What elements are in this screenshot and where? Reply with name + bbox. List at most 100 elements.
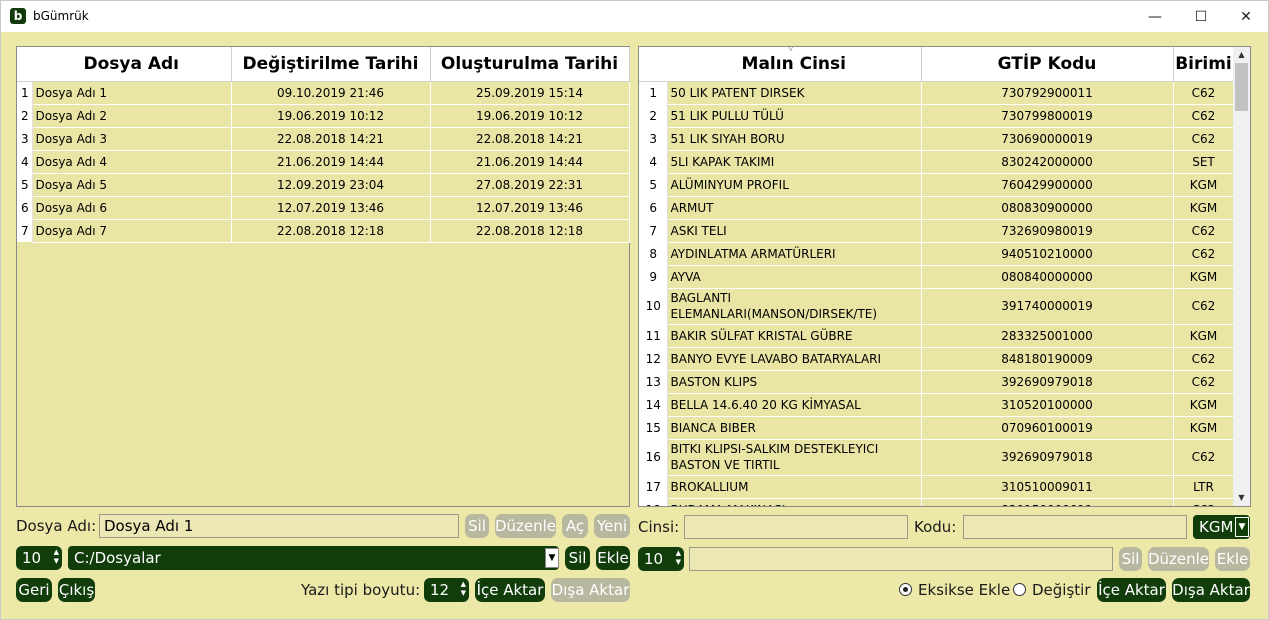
path-dropdown[interactable]: C:/Dosyalar: [68, 546, 559, 570]
table-row[interactable]: 4 Dosya Adı 4 21.06.2019 14:44 21.06.2019 1…: [17, 150, 630, 174]
row-number: 14: [639, 393, 668, 416]
table-cell: 730799800019: [921, 104, 1174, 128]
path-sil-button[interactable]: Sil: [565, 546, 590, 570]
table-cell: 19.06.2019 10:12: [231, 104, 431, 128]
dosya-adi-input[interactable]: Dosya Adı 1: [99, 514, 459, 538]
table-row[interactable]: 2 51 LIK PULLU TÜLÜ 730799800019 C62: [639, 104, 1235, 128]
table-cell: C62: [1173, 127, 1235, 151]
row-number: 15: [639, 416, 668, 439]
table-row[interactable]: 3 51 LIK SIYAH BORU 730690000019 C62: [639, 127, 1235, 151]
geri-button[interactable]: Geri: [16, 578, 52, 602]
table-cell: 22.08.2018 14:21: [231, 127, 431, 151]
row-number: 11: [639, 324, 668, 347]
table-cell: 760429900000: [921, 173, 1174, 197]
product-sil-button[interactable]: Sil: [1119, 547, 1142, 571]
scrollbar-thumb[interactable]: [1235, 63, 1248, 111]
stepper-arrows-icon[interactable]: ▲ ▼: [54, 548, 59, 566]
cikis-button[interactable]: Çıkış: [58, 578, 95, 602]
table-cell: 830242000000: [921, 150, 1174, 174]
cinsi-label: Cinsi:: [638, 518, 680, 536]
unit-value: KGM: [1199, 518, 1234, 536]
table-row[interactable]: 1 50 LIK PATENT DIRSEK 730792900011 C62: [639, 81, 1235, 105]
table-cell: BAGLANTI ELEMANLARI(MANSON/DIRSEK/TE): [667, 288, 922, 325]
product-search-input[interactable]: [689, 547, 1113, 571]
font-size-stepper[interactable]: 12 ▲ ▼: [424, 578, 469, 602]
table-cell: 51 LIK SIYAH BORU: [667, 127, 922, 151]
column-header-dosya-adi[interactable]: Dosya Adı: [32, 47, 232, 82]
table-row[interactable]: 16 BITKI KLIPSI-SALKIM DESTEKLEYICI BASTO…: [639, 439, 1235, 476]
table-cell: BASTON KLIPS: [667, 370, 922, 394]
table-row[interactable]: 5 Dosya Adı 5 12.09.2019 23:04 27.08.2019 2…: [17, 173, 630, 197]
degistir-radio[interactable]: [1013, 583, 1026, 596]
column-header-degistirilme-tarihi[interactable]: Değiştirilme Tarihi: [231, 47, 431, 82]
table-row[interactable]: 9 AYVA 080840000000 KGM: [639, 265, 1235, 289]
column-header-malin-cinsi[interactable]: ▽ Malın Cinsi: [667, 47, 922, 82]
table-cell: 820150000011: [921, 498, 1174, 506]
table-row[interactable]: 18BUDAMA MAKINASI820150000011C62: [639, 498, 1235, 506]
ice-aktar-button[interactable]: İçe Aktar: [475, 578, 545, 602]
count-stepper[interactable]: 10 ▲ ▼: [16, 546, 62, 570]
table-cell: 19.06.2019 10:12: [430, 104, 630, 128]
vertical-scrollbar[interactable]: ▲ ▼: [1233, 47, 1250, 506]
table-cell: 391740000019: [921, 288, 1174, 325]
table-cell: KGM: [1173, 196, 1235, 220]
kodu-input[interactable]: [963, 515, 1187, 539]
product-ekle-button[interactable]: Ekle: [1215, 547, 1250, 571]
table-row[interactable]: 15 BIANCA BIBER 070960100019 KGM: [639, 416, 1235, 440]
table-row[interactable]: 14 BELLA 14.6.40 20 KG KİMYASAL 3105201000…: [639, 393, 1235, 417]
table-row[interactable]: 2 Dosya Adı 2 19.06.2019 10:12 19.06.2019 1…: [17, 104, 630, 128]
table-cell: 732690980019: [921, 219, 1174, 243]
stepper-arrows-icon[interactable]: ▲ ▼: [676, 549, 681, 567]
table-cell: KGM: [1173, 393, 1235, 417]
right-count-stepper[interactable]: 10 ▲ ▼: [638, 547, 684, 571]
table-cell: BUDAMA MAKINASI: [667, 498, 922, 506]
sil-button[interactable]: Sil: [465, 514, 489, 538]
stepper-arrows-icon[interactable]: ▲ ▼: [461, 580, 466, 598]
row-number: 8: [639, 242, 668, 265]
disa-aktar-button[interactable]: Dışa Aktar: [551, 578, 630, 602]
table-row[interactable]: 8 AYDINLATMA ARMATÜRLERI 940510210000 C62: [639, 242, 1235, 266]
duzenle-button[interactable]: Düzenle: [495, 514, 556, 538]
scroll-up-icon[interactable]: ▲: [1233, 47, 1250, 63]
maximize-button[interactable]: ☐: [1178, 1, 1224, 32]
table-row[interactable]: 12 BANYO EVYE LAVABO BATARYALARI 848180190…: [639, 347, 1235, 371]
column-header-gtip-kodu[interactable]: GTİP Kodu: [921, 47, 1174, 82]
table-row[interactable]: 7 ASKI TELI 732690980019 C62: [639, 219, 1235, 243]
table-cell: 310520100000: [921, 393, 1174, 417]
cinsi-input[interactable]: [684, 515, 908, 539]
ac-button[interactable]: Aç: [562, 514, 588, 538]
table-row[interactable]: 4 5LI KAPAK TAKIMI 830242000000 SET: [639, 150, 1235, 174]
table-cell: Dosya Adı 1: [32, 81, 232, 105]
minimize-button[interactable]: —: [1132, 1, 1178, 32]
table-row[interactable]: 1 Dosya Adı 1 09.10.2019 21:46 25.09.2019 1…: [17, 81, 630, 105]
table-row[interactable]: 6 ARMUT 080830900000 KGM: [639, 196, 1235, 220]
table-row[interactable]: 11 BAKIR SÜLFAT KRISTAL GÜBRE 283325001000…: [639, 324, 1235, 348]
file-list-table[interactable]: Dosya Adı Değiştirilme Tarihi Oluşturulm…: [16, 46, 630, 507]
product-ice-aktar-button[interactable]: İçe Aktar: [1097, 578, 1166, 602]
table-cell: C62: [1173, 81, 1235, 105]
table-row[interactable]: 6 Dosya Adı 6 12.07.2019 13:46 12.07.2019 1…: [17, 196, 630, 220]
product-list-table[interactable]: ▽ Malın Cinsi GTİP Kodu Birimi 1 50 LIK PA…: [638, 46, 1251, 507]
path-ekle-button[interactable]: Ekle: [596, 546, 630, 570]
eksikse-ekle-radio[interactable]: [899, 583, 912, 596]
close-button[interactable]: ✕: [1223, 1, 1269, 32]
column-header-olusturulma-tarihi[interactable]: Oluşturulma Tarihi: [430, 47, 630, 82]
row-number: 4: [639, 150, 668, 173]
table-row[interactable]: 13 BASTON KLIPS 392690979018 C62: [639, 370, 1235, 394]
chevron-down-icon[interactable]: ▼: [545, 548, 559, 568]
chevron-down-icon[interactable]: ▼: [1235, 517, 1249, 537]
product-duzenle-button[interactable]: Düzenle: [1148, 547, 1209, 571]
table-row[interactable]: 17 BROKALLIUM 310510009011 LTR: [639, 475, 1235, 499]
table-row[interactable]: 5 ALÜMINYUM PROFIL 760429900000 KGM: [639, 173, 1235, 197]
table-cell: 27.08.2019 22:31: [430, 173, 630, 197]
column-header-birimi[interactable]: Birimi: [1173, 47, 1235, 82]
table-row[interactable]: 7 Dosya Adı 7 22.08.2018 12:18 22.08.2018 1…: [17, 219, 630, 243]
product-disa-aktar-button[interactable]: Dışa Aktar: [1172, 578, 1250, 602]
yeni-button[interactable]: Yeni: [594, 514, 630, 538]
row-number-header: [639, 47, 667, 82]
table-cell: 310510009011: [921, 475, 1174, 499]
scroll-down-icon[interactable]: ▼: [1233, 490, 1250, 506]
table-row[interactable]: 3 Dosya Adı 3 22.08.2018 14:21 22.08.2018 1…: [17, 127, 630, 151]
row-number: 1: [17, 81, 33, 104]
table-row[interactable]: 10 BAGLANTI ELEMANLARI(MANSON/DIRSEK/TE) 3…: [639, 288, 1235, 325]
